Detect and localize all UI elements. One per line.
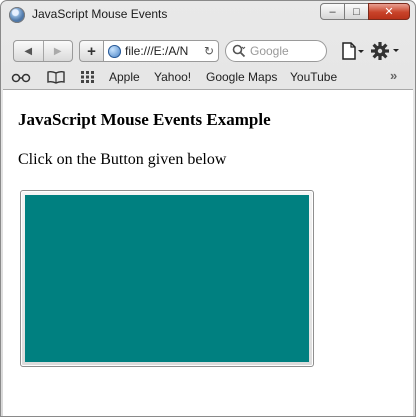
title-bar: JavaScript Mouse Events – □ ✕ xyxy=(1,1,415,29)
reading-glasses-icon[interactable] xyxy=(11,70,31,84)
window-controls: – □ ✕ xyxy=(320,3,410,23)
button-face xyxy=(25,195,309,362)
bookmark-youtube[interactable]: YouTube xyxy=(290,70,337,84)
open-book-icon[interactable] xyxy=(46,70,66,84)
bookmark-google-maps[interactable]: Google Maps xyxy=(206,70,277,84)
navigation-buttons: ◀ ▶ xyxy=(13,40,73,62)
address-url[interactable]: file:///E:/A/N xyxy=(125,44,203,58)
page-content: JavaScript Mouse Events Example Click on… xyxy=(3,89,413,416)
settings-menu-button[interactable] xyxy=(370,40,402,62)
search-icon xyxy=(232,44,246,58)
instruction-text: Click on the Button given below xyxy=(18,151,227,168)
window-title: JavaScript Mouse Events xyxy=(32,7,168,21)
gear-icon xyxy=(371,42,399,60)
page-menu-button[interactable] xyxy=(341,41,365,61)
page-heading: JavaScript Mouse Events Example xyxy=(18,110,271,129)
forward-button[interactable]: ▶ xyxy=(42,41,73,61)
search-field[interactable]: Google xyxy=(225,40,327,62)
close-button[interactable]: ✕ xyxy=(368,3,410,20)
reload-button[interactable]: ↻ xyxy=(204,44,214,58)
back-button[interactable]: ◀ xyxy=(14,41,43,61)
browser-window: JavaScript Mouse Events – □ ✕ ◀ ▶ + file… xyxy=(0,0,416,417)
maximize-button[interactable]: □ xyxy=(344,3,369,20)
search-placeholder: Google xyxy=(250,44,289,58)
minimize-button[interactable]: – xyxy=(320,3,345,20)
bookmarks-bar: Apple Yahoo! Google Maps YouTube » xyxy=(1,65,415,89)
bookmark-apple[interactable]: Apple xyxy=(109,70,140,84)
globe-icon xyxy=(108,44,121,58)
page-icon xyxy=(342,42,364,60)
add-bookmark-button[interactable]: + xyxy=(79,40,103,62)
mouse-event-button[interactable] xyxy=(20,190,314,367)
bookmarks-overflow-button[interactable]: » xyxy=(390,68,397,83)
bookmark-yahoo[interactable]: Yahoo! xyxy=(154,70,191,84)
app-globe-icon xyxy=(9,7,25,23)
address-bar[interactable]: file:///E:/A/N ↻ xyxy=(103,40,219,62)
grid-icon[interactable] xyxy=(80,70,96,84)
toolbar: ◀ ▶ + file:///E:/A/N ↻ Google xyxy=(1,29,415,65)
